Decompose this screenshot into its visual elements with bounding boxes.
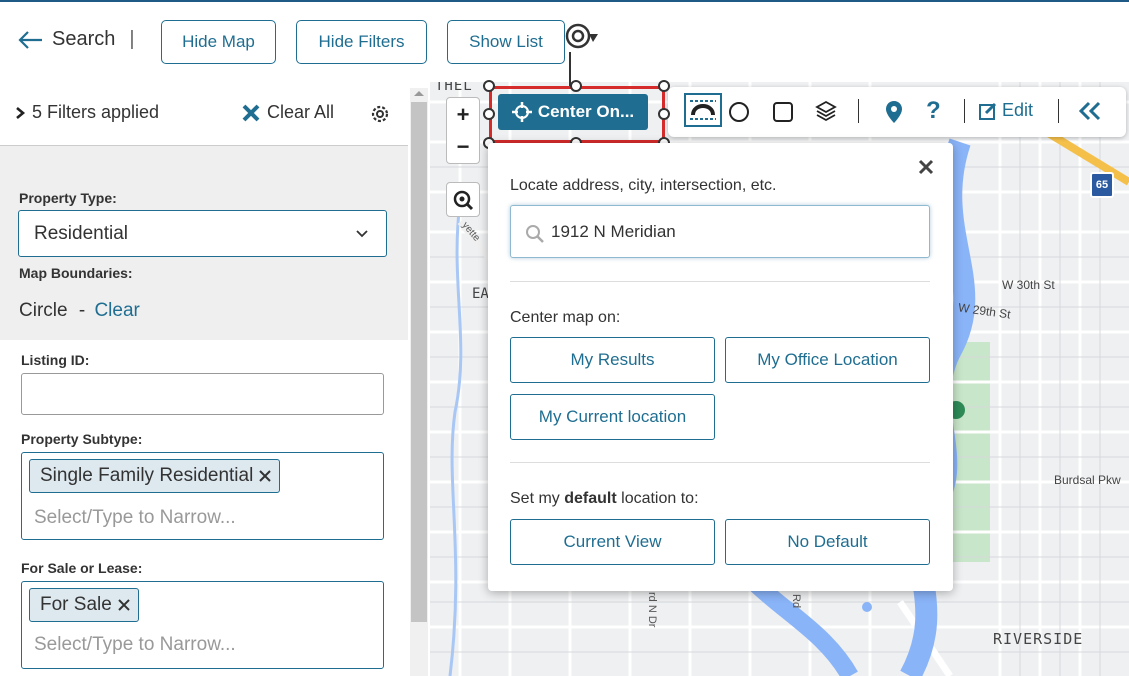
toolbar-divider xyxy=(964,99,965,123)
filters-applied-label: 5 Filters applied xyxy=(32,102,160,122)
layers-icon[interactable] xyxy=(814,99,838,123)
map-label-w29-prefix: W xyxy=(957,300,971,316)
default-location-label: Set my default location to: xyxy=(510,490,699,508)
close-icon[interactable] xyxy=(918,159,934,175)
search-icon xyxy=(526,225,544,243)
for-sale-tag-label: For Sale xyxy=(40,594,112,615)
current-view-button[interactable]: Current View xyxy=(510,519,715,565)
gear-icon[interactable] xyxy=(369,103,391,125)
resize-handle-n[interactable] xyxy=(570,80,582,92)
chevron-right-icon xyxy=(16,106,26,119)
property-subtype-tag: Single Family Residential xyxy=(29,459,281,493)
edit-button[interactable]: Edit xyxy=(978,100,1033,121)
default-prefix: Set my xyxy=(510,490,565,507)
zoom-out-button[interactable]: − xyxy=(446,130,480,164)
edit-icon xyxy=(979,102,997,120)
property-subtype-label: Property Subtype: xyxy=(21,431,143,447)
toolbar-divider xyxy=(858,99,859,123)
resize-handle-nw[interactable] xyxy=(483,80,495,92)
map-boundaries-clear-link[interactable]: Clear xyxy=(94,300,139,321)
hide-map-button[interactable]: Hide Map xyxy=(161,20,276,64)
rotate-handle-icon[interactable] xyxy=(562,22,602,54)
arrow-left-icon xyxy=(18,30,42,49)
for-sale-tag: For Sale xyxy=(29,588,139,622)
filters-toggle[interactable]: 5 Filters applied xyxy=(14,102,159,123)
property-subtype-placeholder: Select/Type to Narrow... xyxy=(34,507,236,528)
map-label-vertical-2: Rd xyxy=(790,594,802,609)
separator: | xyxy=(129,28,135,50)
zoom-search-button[interactable] xyxy=(446,182,480,217)
popup-divider xyxy=(510,462,930,463)
listing-id-label: Listing ID: xyxy=(21,352,90,368)
clear-all-label: Clear All xyxy=(267,102,335,122)
locate-search-value: 1912 N Meridian xyxy=(551,222,676,241)
map-boundaries-value: Circle xyxy=(19,300,68,321)
resize-handle-ne[interactable] xyxy=(658,80,670,92)
map-label-w30: W 30th St xyxy=(1002,278,1055,292)
highway-shield: 65 xyxy=(1090,172,1114,198)
map-label-vertical-1: rd N Dr xyxy=(646,592,658,628)
map-label-burdsal: Burdsal Pkw xyxy=(1054,473,1121,487)
default-suffix: location to: xyxy=(616,490,699,507)
popup-divider xyxy=(510,281,930,282)
draw-freehand-icon[interactable] xyxy=(684,93,722,127)
my-results-button[interactable]: My Results xyxy=(510,337,715,383)
no-default-button[interactable]: No Default xyxy=(725,519,930,565)
map-label-ea: EA xyxy=(472,286,489,302)
listing-id-input[interactable] xyxy=(21,373,384,415)
toolbar-divider xyxy=(1058,99,1059,123)
map-pin-icon[interactable] xyxy=(885,100,903,124)
for-sale-select[interactable]: For Sale Select/Type to Narrow... xyxy=(21,581,384,669)
default-bold: default xyxy=(564,490,617,507)
help-icon[interactable]: ? xyxy=(926,97,941,125)
sidebar-scrollbar-thumb[interactable] xyxy=(411,102,427,622)
zoom-in-button[interactable]: + xyxy=(446,97,480,132)
close-icon xyxy=(242,104,260,121)
resize-handle-w[interactable] xyxy=(483,108,495,120)
zoom-search-icon xyxy=(453,190,474,210)
chevron-down-icon xyxy=(356,230,368,238)
edit-label: Edit xyxy=(1002,100,1034,120)
draw-circle-icon[interactable] xyxy=(728,101,750,123)
draw-rectangle-icon[interactable] xyxy=(772,101,794,123)
center-on-popup: Locate address, city, intersection, etc.… xyxy=(488,143,953,591)
center-map-label: Center map on: xyxy=(510,309,621,326)
map-label-riverside: RIVERSIDE xyxy=(993,630,1084,648)
map-toolbar: ? Edit xyxy=(668,87,1126,137)
locate-search-input[interactable]: 1912 N Meridian xyxy=(510,205,930,258)
property-subtype-select[interactable]: Single Family Residential Select/Type to… xyxy=(21,452,384,540)
for-sale-placeholder: Select/Type to Narrow... xyxy=(34,634,236,655)
selection-outline xyxy=(489,86,665,143)
resize-handle-e[interactable] xyxy=(658,108,670,120)
property-type-value: Residential xyxy=(34,223,128,244)
for-sale-label: For Sale or Lease: xyxy=(21,560,143,576)
collapse-toolbar-icon[interactable] xyxy=(1078,101,1102,121)
map-boundaries-label: Map Boundaries: xyxy=(19,265,133,281)
show-list-button[interactable]: Show List xyxy=(447,20,565,64)
my-current-location-button[interactable]: My Current location xyxy=(510,394,715,440)
hide-filters-button[interactable]: Hide Filters xyxy=(296,20,427,64)
locate-label: Locate address, city, intersection, etc. xyxy=(510,177,777,194)
my-office-location-button[interactable]: My Office Location xyxy=(725,337,930,383)
map-boundaries-row: Circle - Clear xyxy=(19,300,140,322)
back-label: Search xyxy=(52,28,116,50)
remove-tag-icon[interactable] xyxy=(116,597,132,613)
map-label-top: THEL xyxy=(435,82,473,94)
map-boundaries-dash: - xyxy=(78,300,86,321)
property-type-label: Property Type: xyxy=(19,190,117,206)
property-type-select[interactable]: Residential xyxy=(18,210,387,257)
back-to-search[interactable]: Search | xyxy=(18,28,135,51)
clear-all-button[interactable]: Clear All xyxy=(241,102,334,123)
property-subtype-tag-label: Single Family Residential xyxy=(40,465,254,486)
scroll-up-icon[interactable] xyxy=(413,89,425,97)
remove-tag-icon[interactable] xyxy=(257,468,273,484)
